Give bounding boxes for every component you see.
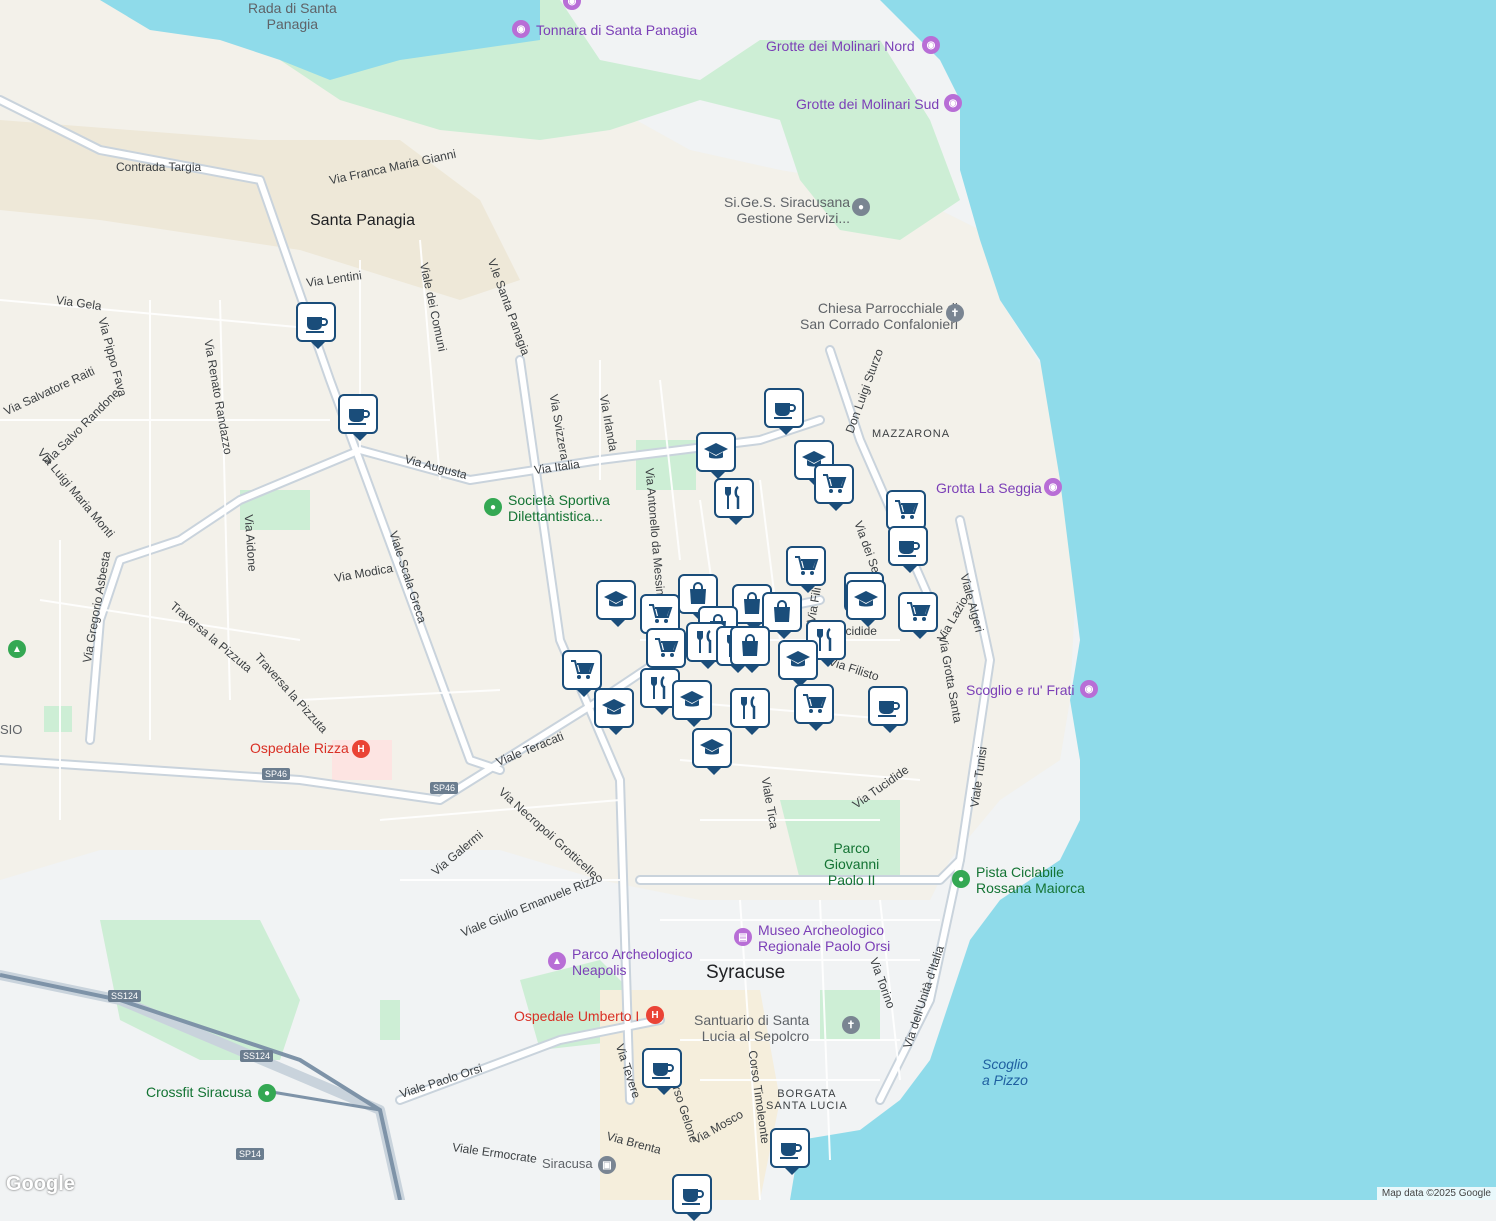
google-logo: Google [6,1173,75,1195]
shopping-cart-icon[interactable] [886,490,926,537]
train-icon[interactable]: ▣ [598,1156,616,1174]
park-icon[interactable]: ● [952,870,970,888]
school-icon[interactable] [596,580,636,627]
church-icon[interactable]: ✝ [842,1016,860,1034]
camera-icon[interactable]: ◉ [944,94,962,112]
cafe-icon[interactable] [770,1128,810,1175]
school-icon[interactable] [846,580,886,627]
shopping-bag-icon[interactable] [730,626,770,673]
camera-icon[interactable]: ◉ [922,36,940,54]
shopping-bag-icon[interactable] [762,592,802,639]
shopping-cart-icon[interactable] [794,684,834,731]
hospital-icon[interactable]: H [646,1006,664,1024]
restaurant-icon[interactable] [730,688,770,735]
restaurant-icon[interactable] [714,478,754,525]
school-icon[interactable] [594,688,634,735]
cafe-icon[interactable] [296,302,336,349]
school-icon[interactable] [778,640,818,687]
museum-icon[interactable]: ▤ [734,928,752,946]
hospital-icon[interactable]: H [352,740,370,758]
cafe-icon[interactable] [764,388,804,435]
pin-icon[interactable]: ● [852,198,870,216]
school-icon[interactable] [696,432,736,479]
map-attribution[interactable]: Map data ©2025 Google [1376,1187,1496,1200]
shopping-cart-icon[interactable] [562,650,602,697]
school-icon[interactable] [692,728,732,775]
church-icon[interactable]: ✝ [946,304,964,322]
landmark-icon[interactable]: ▲ [548,952,566,970]
school-icon[interactable] [672,680,712,727]
cafe-icon[interactable] [888,526,928,573]
shopping-cart-icon[interactable] [898,592,938,639]
cafe-icon[interactable] [338,394,378,441]
tree-icon[interactable]: ▲ [8,640,26,658]
camera-icon[interactable]: ◉ [1044,478,1062,496]
cafe-icon[interactable] [868,686,908,733]
shopping-cart-icon[interactable] [814,464,854,511]
shopping-cart-icon[interactable] [646,628,686,675]
cafe-icon[interactable] [672,1174,712,1221]
camera-icon[interactable]: ◉ [512,20,530,38]
shopping-cart-icon[interactable] [786,546,826,593]
sports-icon[interactable]: ● [484,498,502,516]
camera-icon[interactable]: ◉ [1080,680,1098,698]
cafe-icon[interactable] [642,1048,682,1095]
gym-icon[interactable]: ● [258,1084,276,1102]
